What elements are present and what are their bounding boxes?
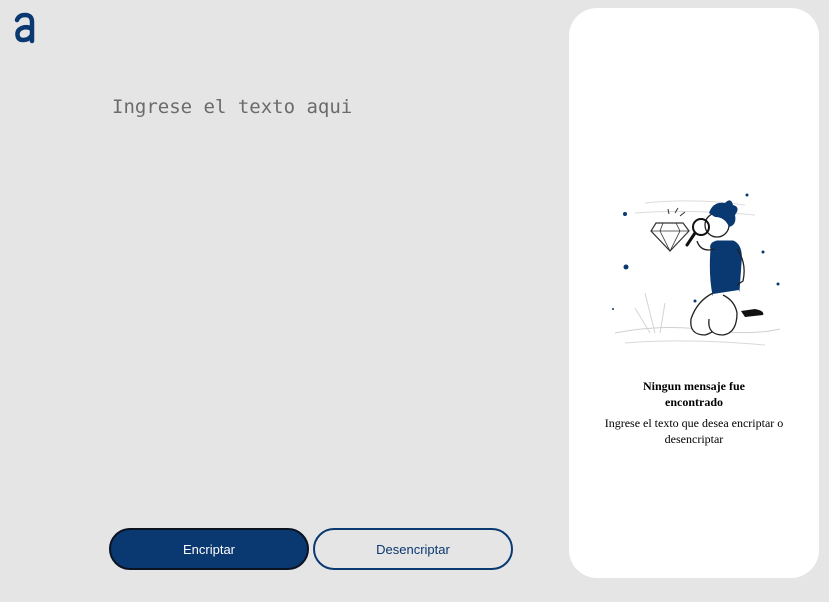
empty-message-title: Ningun mensaje fue encontrado [642, 379, 745, 409]
alura-logo-icon [14, 12, 35, 44]
empty-message-subtitle: Ingrese el texto que desea encriptar o d… [604, 416, 784, 446]
boy-magnifying-glass-illustration [612, 193, 781, 346]
output-panel: Ningun mensaje fue encontrado Ingrese el… [569, 8, 819, 578]
text-input[interactable] [112, 96, 532, 496]
encrypt-button[interactable]: Encriptar [109, 528, 309, 570]
decrypt-button[interactable]: Desencriptar [313, 528, 513, 570]
